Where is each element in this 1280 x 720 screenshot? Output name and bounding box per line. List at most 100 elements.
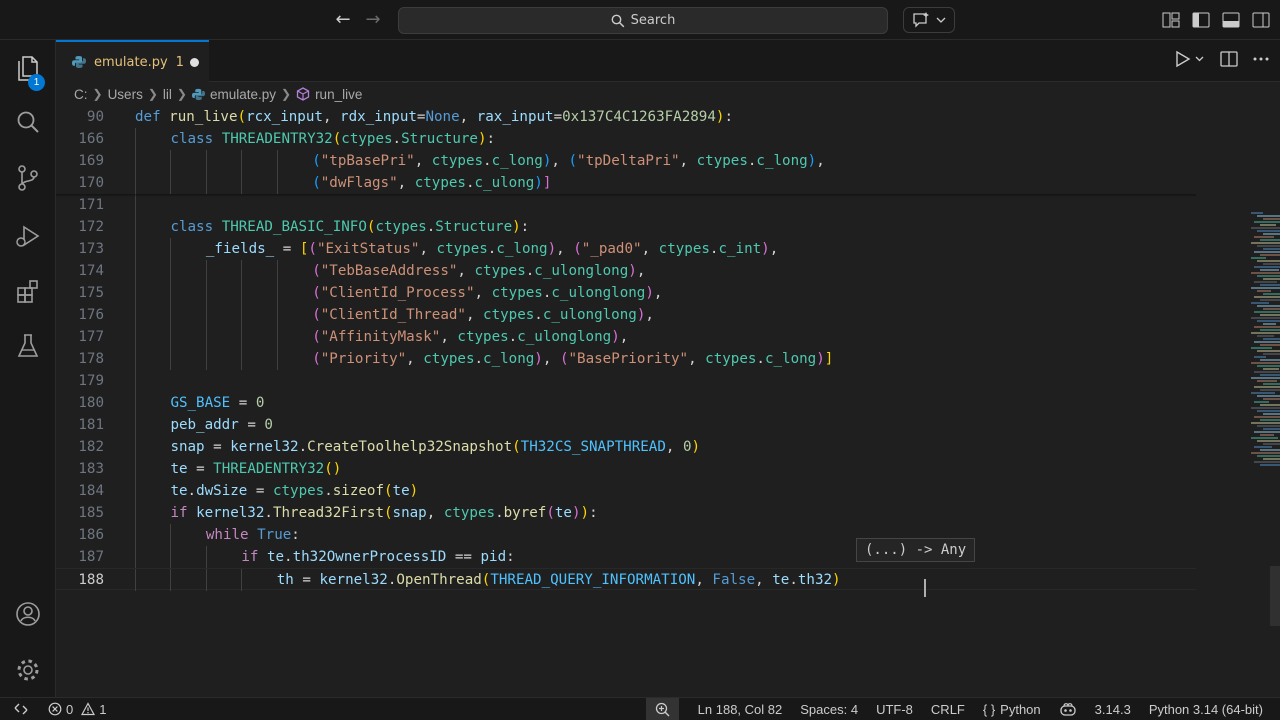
toggle-panel-icon[interactable] — [1220, 9, 1242, 31]
copilot-status[interactable] — [1050, 698, 1086, 720]
split-editor-icon[interactable] — [1220, 50, 1238, 68]
minimap[interactable] — [1251, 212, 1280, 512]
eol-setting[interactable]: CRLF — [922, 698, 974, 720]
code-token: c_ulonglong — [542, 307, 637, 323]
code-line[interactable]: 170 ("dwFlags", ctypes.c_ulong)] — [56, 172, 1196, 194]
indent-guide — [135, 326, 136, 348]
python-version[interactable]: 3.14.3 — [1086, 698, 1140, 720]
source-control-button[interactable] — [0, 154, 56, 202]
minimap-line — [1260, 464, 1280, 466]
search-view-button[interactable] — [0, 98, 56, 146]
minimap-line — [1257, 215, 1280, 217]
code-line[interactable]: 90 def run_live(rcx_input, rdx_input = None… — [56, 106, 1196, 128]
code-token: te — [170, 461, 188, 477]
chevron-right-icon: ❯ — [281, 87, 292, 101]
code-line[interactable]: 171 — [56, 194, 1196, 216]
indent-guide — [135, 458, 136, 480]
testing-button[interactable] — [0, 322, 56, 370]
line-number: 184 — [78, 483, 104, 499]
breadcrumb-user-folder[interactable]: lil — [163, 87, 172, 102]
code-line[interactable]: 166 class THREADENTRY32(ctypes.Structure)… — [56, 128, 1196, 150]
code-token: . — [324, 483, 333, 499]
line-code: def run_live(rcx_input, rdx_input=None, … — [135, 106, 733, 128]
tab-emulate-py[interactable]: emulate.py 1 — [56, 40, 209, 82]
code-line[interactable]: 176 ("ClientId_Thread", ctypes.c_ulonglon… — [56, 304, 1196, 326]
vertical-scrollbar[interactable] — [1270, 566, 1280, 626]
code-token: . — [495, 505, 504, 521]
minimap-line — [1257, 230, 1280, 232]
run-debug-button[interactable] — [0, 212, 56, 260]
code-line[interactable]: 177 ("AffinityMask", ctypes.c_ulonglong), — [56, 326, 1196, 348]
python-interpreter[interactable]: Python 3.14 (64-bit) — [1140, 698, 1272, 720]
cursor-position[interactable]: Ln 188, Col 82 — [689, 698, 792, 720]
code-line[interactable]: 178 ("Priority", ctypes.c_long), ("BasePr… — [56, 348, 1196, 370]
code-line[interactable]: 187 if te.th32OwnerProcessID == pid: — [56, 546, 1196, 568]
code-line[interactable]: 185 if kernel32.Thread32First(snap, ctype… — [56, 502, 1196, 524]
minimap-line — [1263, 293, 1280, 295]
breadcrumb-file[interactable]: emulate.py — [191, 87, 276, 102]
code-token: ( — [312, 329, 321, 345]
code-token: ctypes — [491, 285, 543, 301]
zoom-indicator[interactable] — [645, 698, 679, 720]
search-icon — [611, 14, 624, 27]
extensions-button[interactable] — [0, 268, 56, 316]
code-line[interactable]: 179 — [56, 370, 1196, 392]
code-line[interactable]: 180 GS_BASE = 0 — [56, 392, 1196, 414]
minimap-line — [1257, 425, 1280, 427]
toggle-secondary-sidebar-icon[interactable] — [1250, 9, 1272, 31]
more-actions-icon[interactable] — [1252, 50, 1270, 68]
back-button[interactable]: ← — [332, 9, 354, 31]
accounts-button[interactable] — [0, 590, 56, 638]
code-token: , — [645, 307, 654, 323]
code-token: : — [724, 109, 733, 125]
editor-tab-bar: emulate.py 1 — [56, 40, 1280, 82]
minimap-line — [1257, 275, 1280, 277]
command-center-search[interactable]: Search — [398, 7, 888, 34]
indentation-setting[interactable]: Spaces: 4 — [791, 698, 867, 720]
code-token: run_live — [169, 109, 238, 125]
manage-button[interactable] — [0, 646, 56, 694]
customize-layout-icon[interactable] — [1160, 9, 1182, 31]
indent-guide — [241, 326, 243, 348]
remote-indicator[interactable] — [0, 698, 42, 720]
problems-indicator[interactable]: 0 1 — [48, 698, 106, 720]
code-line[interactable]: 186 while True: — [56, 524, 1196, 546]
unsaved-dot-icon[interactable] — [190, 58, 199, 67]
indent-guide — [276, 282, 278, 304]
language-mode[interactable]: { } Python — [974, 698, 1050, 720]
code-line[interactable]: 175 ("ClientId_Process", ctypes.c_ulonglo… — [56, 282, 1196, 304]
line-code: ("AffinityMask", ctypes.c_ulonglong), — [312, 326, 628, 348]
code-token: . — [284, 549, 293, 565]
run-python-file-icon[interactable] — [1174, 50, 1206, 68]
line-code: ("TebBaseAddress", ctypes.c_ulonglong), — [312, 260, 645, 282]
search-label: Search — [630, 13, 676, 28]
breadcrumb-drive[interactable]: C: — [74, 87, 88, 102]
code-editor[interactable]: 90 def run_live(rcx_input, rdx_input=None… — [56, 106, 1280, 697]
code-line[interactable]: 188th = kernel32.OpenThread(THREAD_QUERY… — [56, 568, 1196, 591]
code-line[interactable]: 183 te = THREADENTRY32() — [56, 458, 1196, 480]
minimap-line — [1260, 434, 1274, 436]
chevron-right-icon: ❯ — [92, 87, 103, 101]
minimap-line — [1254, 371, 1280, 373]
encoding-setting[interactable]: UTF-8 — [867, 698, 922, 720]
explorer-button[interactable]: 1 — [0, 44, 56, 92]
forward-button[interactable]: → — [362, 9, 384, 31]
indent-guide — [135, 260, 136, 282]
code-token: , — [474, 285, 492, 301]
code-line[interactable]: 172 class THREAD_BASIC_INFO(ctypes.Struct… — [56, 216, 1196, 238]
code-line[interactable]: 169 ("tpBasePri", ctypes.c_long), ("tpDel… — [56, 150, 1196, 172]
code-line[interactable]: 173 _fields_ = [("ExitStatus", ctypes.c_l… — [56, 238, 1196, 260]
code-token: ctypes — [474, 263, 526, 279]
code-token: True — [257, 527, 292, 543]
copilot-chat-button[interactable] — [903, 7, 955, 33]
breadcrumb-users[interactable]: Users — [108, 87, 143, 102]
code-line[interactable]: 184 te.dwSize = ctypes.sizeof(te) — [56, 480, 1196, 502]
minimap-line — [1263, 278, 1280, 280]
code-line[interactable]: 182 snap = kernel32.CreateToolhelp32Snaps… — [56, 436, 1196, 458]
breadcrumb-symbol[interactable]: run_live — [296, 87, 362, 102]
code-token: . — [756, 351, 765, 367]
code-line[interactable]: 174 ("TebBaseAddress", ctypes.c_ulonglong… — [56, 260, 1196, 282]
toggle-primary-sidebar-icon[interactable] — [1190, 9, 1212, 31]
code-token: peb_addr — [170, 417, 239, 433]
code-line[interactable]: 181 peb_addr = 0 — [56, 414, 1196, 436]
